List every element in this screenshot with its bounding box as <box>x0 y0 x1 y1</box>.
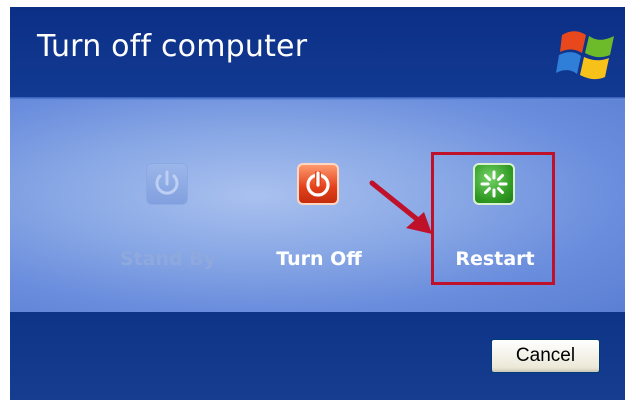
stand-by-label: Stand By <box>119 248 217 270</box>
turn-off-label: Turn Off <box>276 248 362 270</box>
turn-off-option[interactable]: Turn Off <box>254 100 384 312</box>
title-bar: Turn off computer <box>10 7 625 97</box>
cancel-button[interactable]: Cancel <box>491 339 600 373</box>
stand-by-option[interactable]: Stand By <box>103 100 233 312</box>
stand-by-power-icon <box>146 163 188 205</box>
restart-highlight-box <box>431 152 555 285</box>
turn-off-power-icon <box>297 163 339 205</box>
windows-logo-icon <box>556 21 620 85</box>
pointer-arrow-icon <box>368 180 440 240</box>
dialog-title: Turn off computer <box>37 29 308 64</box>
options-panel: Stand By Turn Off Restart <box>10 100 625 312</box>
